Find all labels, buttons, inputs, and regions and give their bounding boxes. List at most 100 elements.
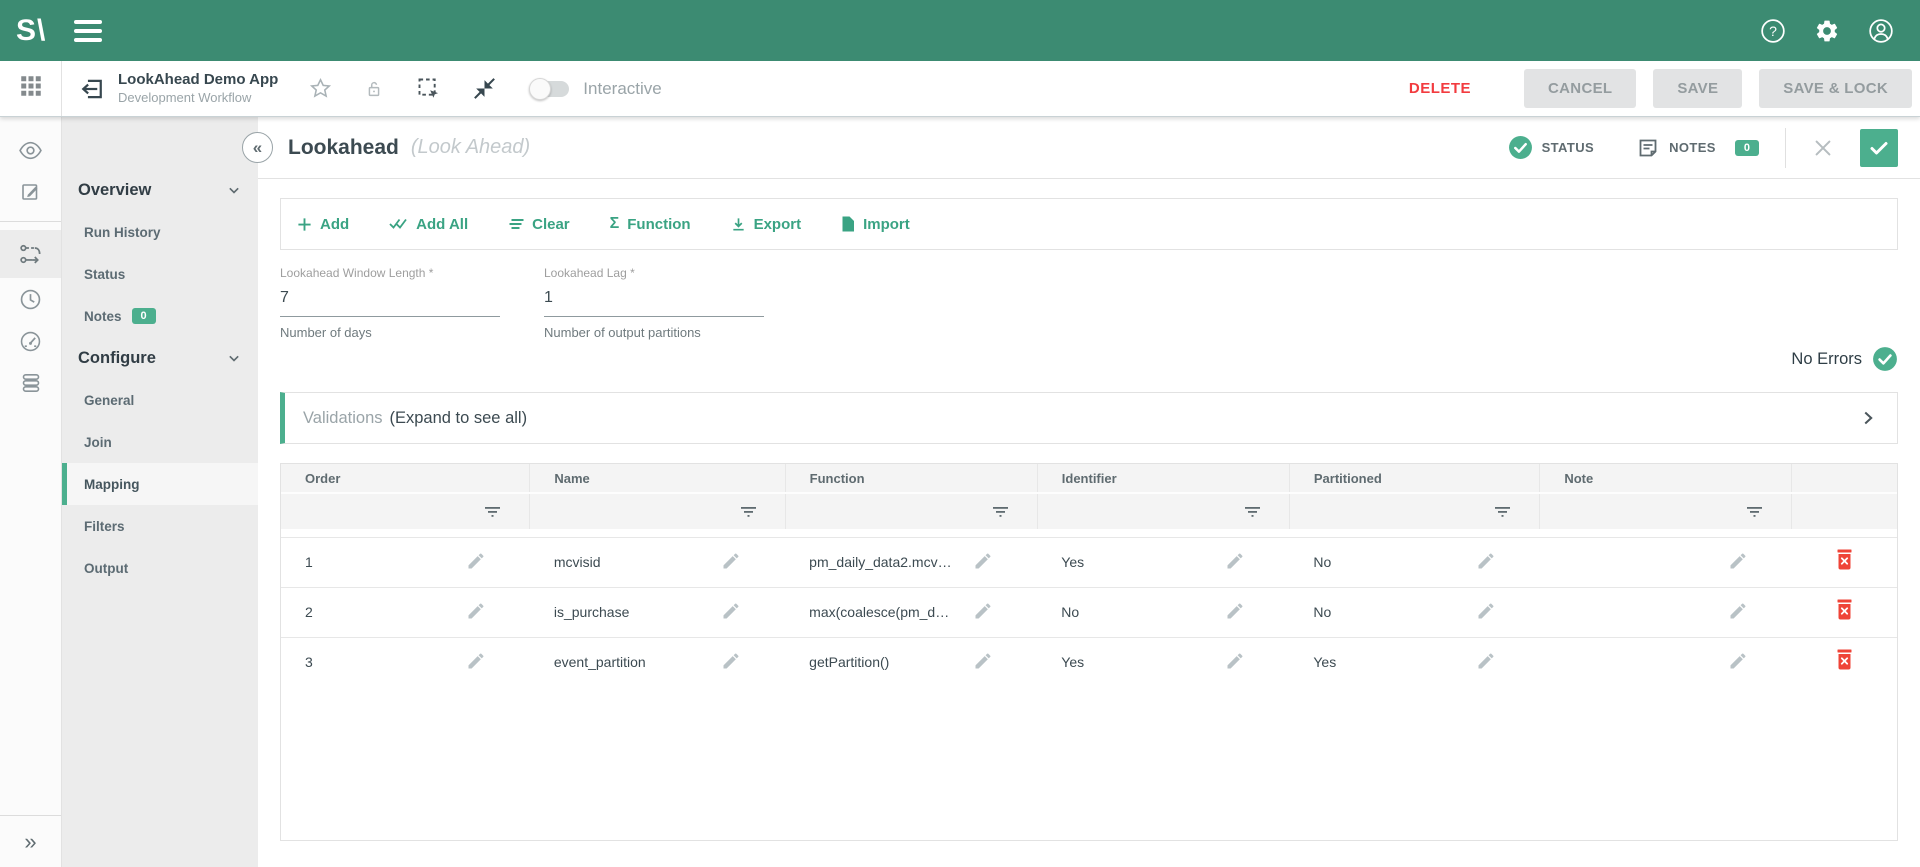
add-button[interactable]: Add	[297, 216, 349, 233]
filter-icon-function[interactable]	[786, 506, 1037, 518]
exit-app-icon[interactable]	[78, 75, 106, 103]
edit-pencil-icon[interactable]	[1225, 551, 1245, 574]
cancel-button[interactable]: CANCEL	[1524, 69, 1636, 108]
help-icon[interactable]: ?	[1760, 18, 1786, 44]
collapse-canvas-icon[interactable]	[472, 76, 497, 101]
lookahead-window-length-input[interactable]: 7	[280, 289, 500, 317]
edit-pencil-icon[interactable]	[1225, 601, 1245, 624]
left-icon-rail: »	[0, 117, 62, 867]
edit-pencil-icon[interactable]	[1476, 551, 1496, 574]
nav-item-filters[interactable]: Filters	[62, 505, 258, 547]
collapse-panel-icon[interactable]: «	[242, 132, 273, 163]
field-label: Lookahead Lag *	[544, 266, 764, 280]
function-button[interactable]: Σ Function	[610, 215, 691, 233]
import-button[interactable]: Import	[841, 216, 910, 233]
lookahead-window-length-field: Lookahead Window Length * 7 Number of da…	[280, 266, 500, 340]
edit-pencil-icon[interactable]	[721, 551, 741, 574]
workflow-pipeline-icon[interactable]	[0, 230, 61, 278]
nav-item-status[interactable]: Status	[62, 253, 258, 295]
filter-icon-order[interactable]	[281, 506, 529, 518]
nav-section-configure[interactable]: Configure	[62, 337, 258, 379]
edit-pencil-icon[interactable]	[973, 651, 993, 674]
nav-section-overview[interactable]: Overview	[62, 169, 258, 211]
add-all-button[interactable]: Add All	[389, 216, 468, 233]
nav-item-output[interactable]: Output	[62, 547, 258, 589]
nav-item-mapping[interactable]: Mapping	[62, 463, 258, 505]
account-icon[interactable]	[1868, 18, 1894, 44]
chevron-down-icon	[224, 180, 244, 200]
settings-gear-icon[interactable]	[1814, 18, 1840, 44]
edit-pencil-icon[interactable]	[466, 551, 486, 574]
sigma-icon: Σ	[610, 215, 620, 233]
plus-icon	[297, 217, 312, 232]
clear-lines-icon	[508, 217, 524, 231]
col-header-identifier: Identifier	[1037, 464, 1289, 493]
preview-eye-icon[interactable]	[0, 129, 61, 171]
status-check-icon	[1508, 135, 1533, 160]
nav-item-join[interactable]: Join	[62, 421, 258, 463]
clear-button[interactable]: Clear	[508, 216, 570, 233]
expand-rail-icon[interactable]: »	[0, 815, 61, 867]
close-icon[interactable]	[1812, 137, 1834, 159]
lock-icon[interactable]	[363, 78, 385, 100]
col-header-partitioned: Partitioned	[1289, 464, 1539, 493]
edit-pencil-icon[interactable]	[1476, 601, 1496, 624]
app-subtitle: Development Workflow	[118, 90, 278, 106]
col-header-order: Order	[281, 464, 530, 493]
menu-icon[interactable]	[74, 20, 102, 42]
delete-button[interactable]: DELETE	[1409, 80, 1471, 97]
status-button[interactable]: STATUS	[1508, 135, 1594, 160]
edit-pencil-icon[interactable]	[1728, 601, 1748, 624]
lookahead-lag-input[interactable]: 1	[544, 289, 764, 317]
edit-compose-icon[interactable]	[0, 171, 61, 213]
edit-pencil-icon[interactable]	[721, 601, 741, 624]
brand-logo: S\	[16, 14, 46, 48]
filter-icon-name[interactable]	[530, 506, 784, 518]
edit-pencil-icon[interactable]	[1728, 651, 1748, 674]
favorite-star-icon[interactable]	[308, 76, 333, 101]
filter-icon-partitioned[interactable]	[1290, 506, 1539, 518]
col-header-actions	[1792, 464, 1897, 493]
page-title-bar: « Lookahead (Look Ahead) STATUS NOTES 0	[258, 117, 1920, 179]
delete-row-icon[interactable]	[1835, 599, 1854, 620]
validations-expander[interactable]: Validations (Expand to see all)	[280, 392, 1898, 444]
nav-item-general[interactable]: General	[62, 379, 258, 421]
notes-count-badge: 0	[132, 308, 156, 324]
no-errors-status: No Errors	[280, 346, 1898, 372]
edit-pencil-icon[interactable]	[466, 651, 486, 674]
nav-item-notes[interactable]: Notes 0	[62, 295, 258, 337]
delete-row-icon[interactable]	[1835, 649, 1854, 670]
interactive-toggle[interactable]	[531, 81, 569, 97]
svg-text:?: ?	[1769, 22, 1777, 38]
main-content: « Lookahead (Look Ahead) STATUS NOTES 0	[258, 117, 1920, 867]
edit-pencil-icon[interactable]	[1476, 651, 1496, 674]
marquee-select-icon[interactable]	[415, 75, 442, 102]
export-button[interactable]: Export	[731, 216, 802, 233]
delete-row-icon[interactable]	[1835, 549, 1854, 570]
mapping-table: Order Name Function Identifier Partition…	[280, 463, 1898, 841]
file-icon	[841, 216, 855, 232]
no-errors-check-icon	[1872, 346, 1898, 372]
data-stack-icon[interactable]	[0, 362, 61, 404]
edit-pencil-icon[interactable]	[1225, 651, 1245, 674]
save-and-lock-button[interactable]: SAVE & LOCK	[1759, 69, 1912, 108]
edit-pencil-icon[interactable]	[721, 651, 741, 674]
interactive-toggle-label: Interactive	[583, 79, 661, 99]
save-button[interactable]: SAVE	[1653, 69, 1742, 108]
workflow-toolbar: LookAhead Demo App Development Workflow …	[0, 61, 1920, 117]
filter-icon-note[interactable]	[1540, 506, 1791, 518]
history-clock-icon[interactable]	[0, 278, 61, 320]
download-icon	[731, 217, 746, 232]
edit-pencil-icon[interactable]	[973, 551, 993, 574]
edit-pencil-icon[interactable]	[973, 601, 993, 624]
app-grid-icon[interactable]	[18, 73, 44, 104]
filter-icon-identifier[interactable]	[1038, 506, 1289, 518]
nav-item-run-history[interactable]: Run History	[62, 211, 258, 253]
notes-button[interactable]: NOTES 0	[1636, 136, 1759, 160]
apply-check-button[interactable]	[1860, 129, 1898, 167]
edit-pencil-icon[interactable]	[1728, 551, 1748, 574]
dashboard-gauge-icon[interactable]	[0, 320, 61, 362]
edit-pencil-icon[interactable]	[466, 601, 486, 624]
col-header-name: Name	[530, 464, 785, 493]
config-nav-panel: Overview Run History Status Notes 0 Conf…	[62, 117, 258, 867]
